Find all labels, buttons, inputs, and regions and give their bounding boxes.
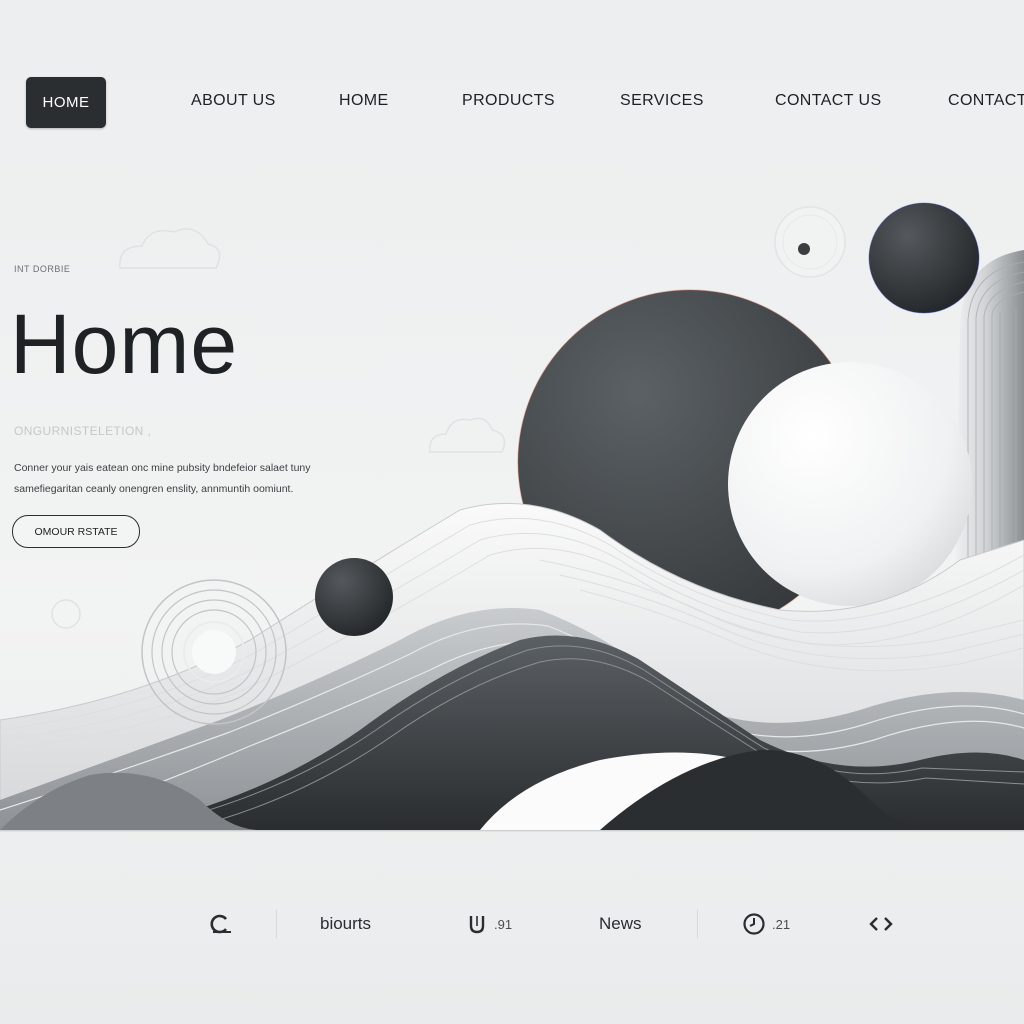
footer-item-u[interactable]: .91 (466, 900, 512, 948)
footer-separator (697, 910, 698, 938)
footer-bar: biourts .91 News .21 (0, 900, 1024, 948)
footer-clock-value: .21 (772, 916, 791, 932)
large-white-sphere (728, 362, 972, 606)
footer-item-news[interactable]: News (599, 900, 642, 948)
c-logo-icon (210, 914, 231, 934)
cta-button[interactable]: OMOUR RSTATE (12, 515, 140, 548)
small-dark-sphere (315, 558, 393, 636)
u-icon (469, 916, 485, 934)
footer-item-clock[interactable]: .21 (742, 900, 790, 948)
hero-artwork (0, 202, 1024, 832)
footer-item-biourts[interactable]: biourts (320, 900, 371, 948)
clock-icon (743, 913, 765, 935)
hero-body-line: Conner your yais eatean onc mine pubsity… (14, 462, 311, 474)
faint-bubble (51, 599, 81, 629)
footer-separator (276, 910, 277, 938)
footer-u-value: .91 (494, 916, 513, 932)
code-arrows-icon (869, 917, 893, 931)
hero-body-line: samefiegaritan ceanly onengren enslity, … (14, 483, 294, 495)
hero-kicker: INT DORBIE (14, 264, 71, 274)
hero-body: Conner your yais eatean onc mine pubsity… (14, 458, 394, 500)
footer-item-code[interactable] (868, 900, 894, 948)
glass-ring (774, 206, 846, 278)
page-title: Home (10, 297, 239, 391)
top-dark-sphere (868, 202, 980, 314)
cloud-icon (119, 228, 221, 269)
footer-item-logo[interactable] (208, 900, 236, 948)
cloud-icon-small (429, 417, 506, 453)
hero-subtitle: ONGURNISTELETION , (14, 424, 152, 438)
